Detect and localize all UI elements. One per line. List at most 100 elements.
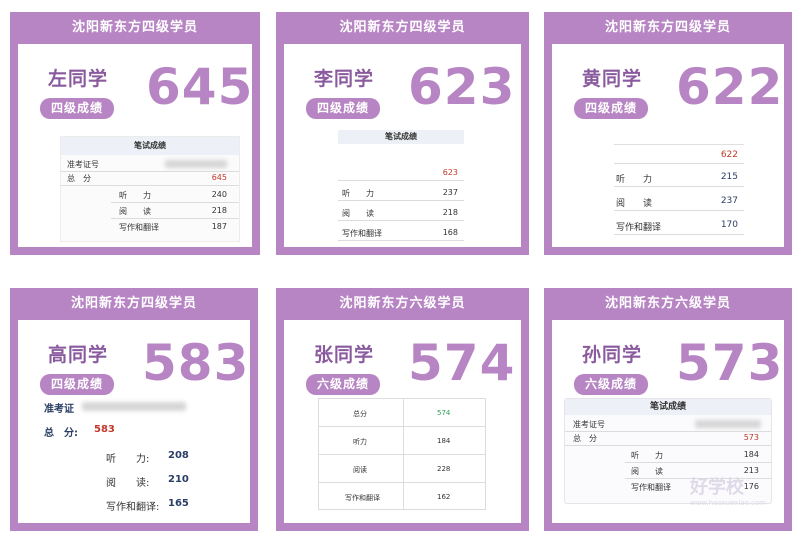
row-value: 218: [442, 208, 458, 217]
card-body: 高同学 四级成绩 583 准考证 总 分: 583 听 力: 208 阅 读: …: [18, 320, 250, 523]
transcript-header: 笔试成绩: [565, 399, 771, 415]
big-score: 623: [408, 58, 516, 116]
level-badge: 四级成绩: [40, 98, 114, 119]
student-name: 高同学: [48, 344, 109, 366]
row-value: 184: [437, 437, 451, 445]
student-name: 孙同学: [582, 344, 643, 366]
card-title: 沈阳新东方六级学员: [339, 296, 466, 311]
row-value: 237: [442, 188, 458, 197]
watermark-url: www.haoxuexiao.com: [689, 499, 766, 507]
card-title: 沈阳新东方四级学员: [604, 20, 731, 35]
row-label: 阅 读: [631, 467, 663, 476]
row-label: 阅 读: [119, 207, 151, 216]
table-row: 听 力 237: [338, 184, 464, 201]
blurred-id: [695, 420, 761, 428]
row-label: 听 力: [616, 175, 653, 185]
student-name: 李同学: [314, 68, 375, 90]
transcript: 总分 574 听力 184 阅读 228 写作和翻译 162: [318, 398, 486, 510]
total-value: 583: [94, 424, 115, 435]
level-badge: 四级成绩: [306, 98, 380, 119]
card-body: 李同学 四级成绩 623 笔试成绩 623 听 力 237 阅 读 218 写作…: [284, 44, 521, 247]
total-value: 645: [211, 173, 227, 182]
big-score: 583: [142, 334, 250, 392]
id-label: 准考证: [44, 404, 74, 415]
big-score: 645: [146, 58, 254, 116]
score-card-1: 沈阳新东方四级学员 左同学 四级成绩 645 笔试成绩 准考证号 总 分 645…: [10, 12, 260, 255]
watermark-logo: 好学校 www.haoxuexiao.com: [690, 473, 766, 507]
card-title: 沈阳新东方四级学员: [339, 20, 466, 35]
blurred-id: [165, 160, 227, 168]
table-row: 阅 读 218: [338, 204, 464, 221]
score-card-3: 沈阳新东方四级学员 黄同学 四级成绩 622 622 听 力 215 阅 读 2…: [544, 12, 792, 255]
score-card-2: 沈阳新东方四级学员 李同学 四级成绩 623 笔试成绩 623 听 力 237 …: [276, 12, 529, 255]
total-value: 573: [743, 433, 759, 442]
score-card-6: 沈阳新东方六级学员 孙同学 六级成绩 573 笔试成绩 准考证号 总 分 573…: [544, 288, 792, 531]
watermark-text: 好学校: [689, 477, 744, 498]
card-title: 沈阳新东方四级学员: [70, 296, 197, 311]
table-row: 听力 184: [319, 427, 485, 455]
row-label: 听 力: [631, 451, 663, 460]
row-label: 听 力: [119, 191, 151, 200]
level-badge: 六级成绩: [306, 374, 380, 395]
total-row: 622: [614, 144, 744, 164]
transcript-header: 笔试成绩: [61, 137, 239, 155]
card-body: 张同学 六级成绩 574 总分 574 听力 184 阅读 228 写作和翻译 …: [284, 320, 521, 523]
row-value: 168: [442, 228, 458, 237]
total-label: 总 分: [573, 434, 597, 443]
transcript: 笔试成绩 准考证号 总 分 645 听 力 240 阅 读 218 写作和翻译 …: [60, 136, 240, 242]
student-name: 张同学: [314, 344, 375, 366]
level-badge: 四级成绩: [40, 374, 114, 395]
row-label: 听力: [353, 438, 367, 446]
student-name: 左同学: [48, 68, 109, 90]
score-card-5: 沈阳新东方六级学员 张同学 六级成绩 574 总分 574 听力 184 阅读 …: [276, 288, 529, 531]
table-row: 阅 读 237: [614, 190, 744, 211]
row-label: 写作和翻译: [345, 494, 380, 502]
blurred-id: [82, 402, 186, 411]
total-value: 623: [442, 168, 458, 177]
table-row: 听 力 215: [614, 166, 744, 187]
row-label: 听 力: [342, 189, 374, 198]
student-name: 黄同学: [582, 68, 643, 90]
row-label: 写作和翻译: [342, 229, 382, 238]
card-body: 孙同学 六级成绩 573 笔试成绩 准考证号 总 分 573 听 力 184 阅…: [552, 320, 784, 523]
total-label: 总 分: [67, 174, 91, 183]
table-row: 写作和翻译 187: [111, 219, 239, 234]
score-card-4: 沈阳新东方四级学员 高同学 四级成绩 583 准考证 总 分: 583 听 力:…: [10, 288, 258, 531]
row-value: 187: [211, 222, 227, 231]
total-label: 总分: [353, 410, 367, 418]
total-row: 总 分 645: [61, 171, 239, 186]
level-badge: 六级成绩: [574, 374, 648, 395]
row-label: 写作和翻译:: [106, 502, 160, 513]
row-value: 218: [211, 206, 227, 215]
table-row: 写作和翻译 170: [614, 214, 744, 235]
id-label: 准考证号: [67, 160, 99, 169]
row-label: 阅读: [353, 466, 367, 474]
transcript: 笔试成绩 623 听 力 237 阅 读 218 写作和翻译 168: [338, 130, 464, 248]
table-row: 听 力 184: [625, 447, 771, 463]
row-label: 写作和翻译: [119, 223, 159, 232]
transcript: 622 听 力 215 阅 读 237 写作和翻译 170: [614, 140, 744, 240]
row-label: 阅 读: [342, 209, 374, 218]
transcript: 准考证 总 分: 583 听 力: 208 阅 读: 210 写作和翻译: 16…: [44, 400, 244, 513]
row-label: 阅 读: [616, 199, 653, 209]
row-value: 165: [168, 498, 189, 509]
table-row: 阅 读 218: [111, 203, 239, 219]
total-value: 622: [720, 150, 738, 160]
row-value: 228: [437, 465, 451, 473]
row-label: 写作和翻译: [631, 483, 671, 492]
big-score: 573: [676, 334, 784, 392]
big-score: 622: [676, 58, 784, 116]
row-label: 听 力:: [106, 454, 150, 465]
row-value: 237: [720, 196, 738, 206]
row-value: 184: [743, 450, 759, 459]
card-title: 沈阳新东方六级学员: [604, 296, 731, 311]
row-value: 210: [168, 474, 189, 485]
total-row: 总分 574: [319, 399, 485, 427]
row-label: 写作和翻译: [616, 223, 662, 233]
id-row: 准考证号: [61, 157, 239, 172]
card-body: 黄同学 四级成绩 622 622 听 力 215 阅 读 237 写作和翻译 1…: [552, 44, 784, 247]
row-label: 阅 读:: [106, 478, 150, 489]
total-row: 623: [338, 164, 464, 181]
id-label: 准考证号: [573, 420, 605, 429]
row-value: 215: [720, 172, 738, 182]
